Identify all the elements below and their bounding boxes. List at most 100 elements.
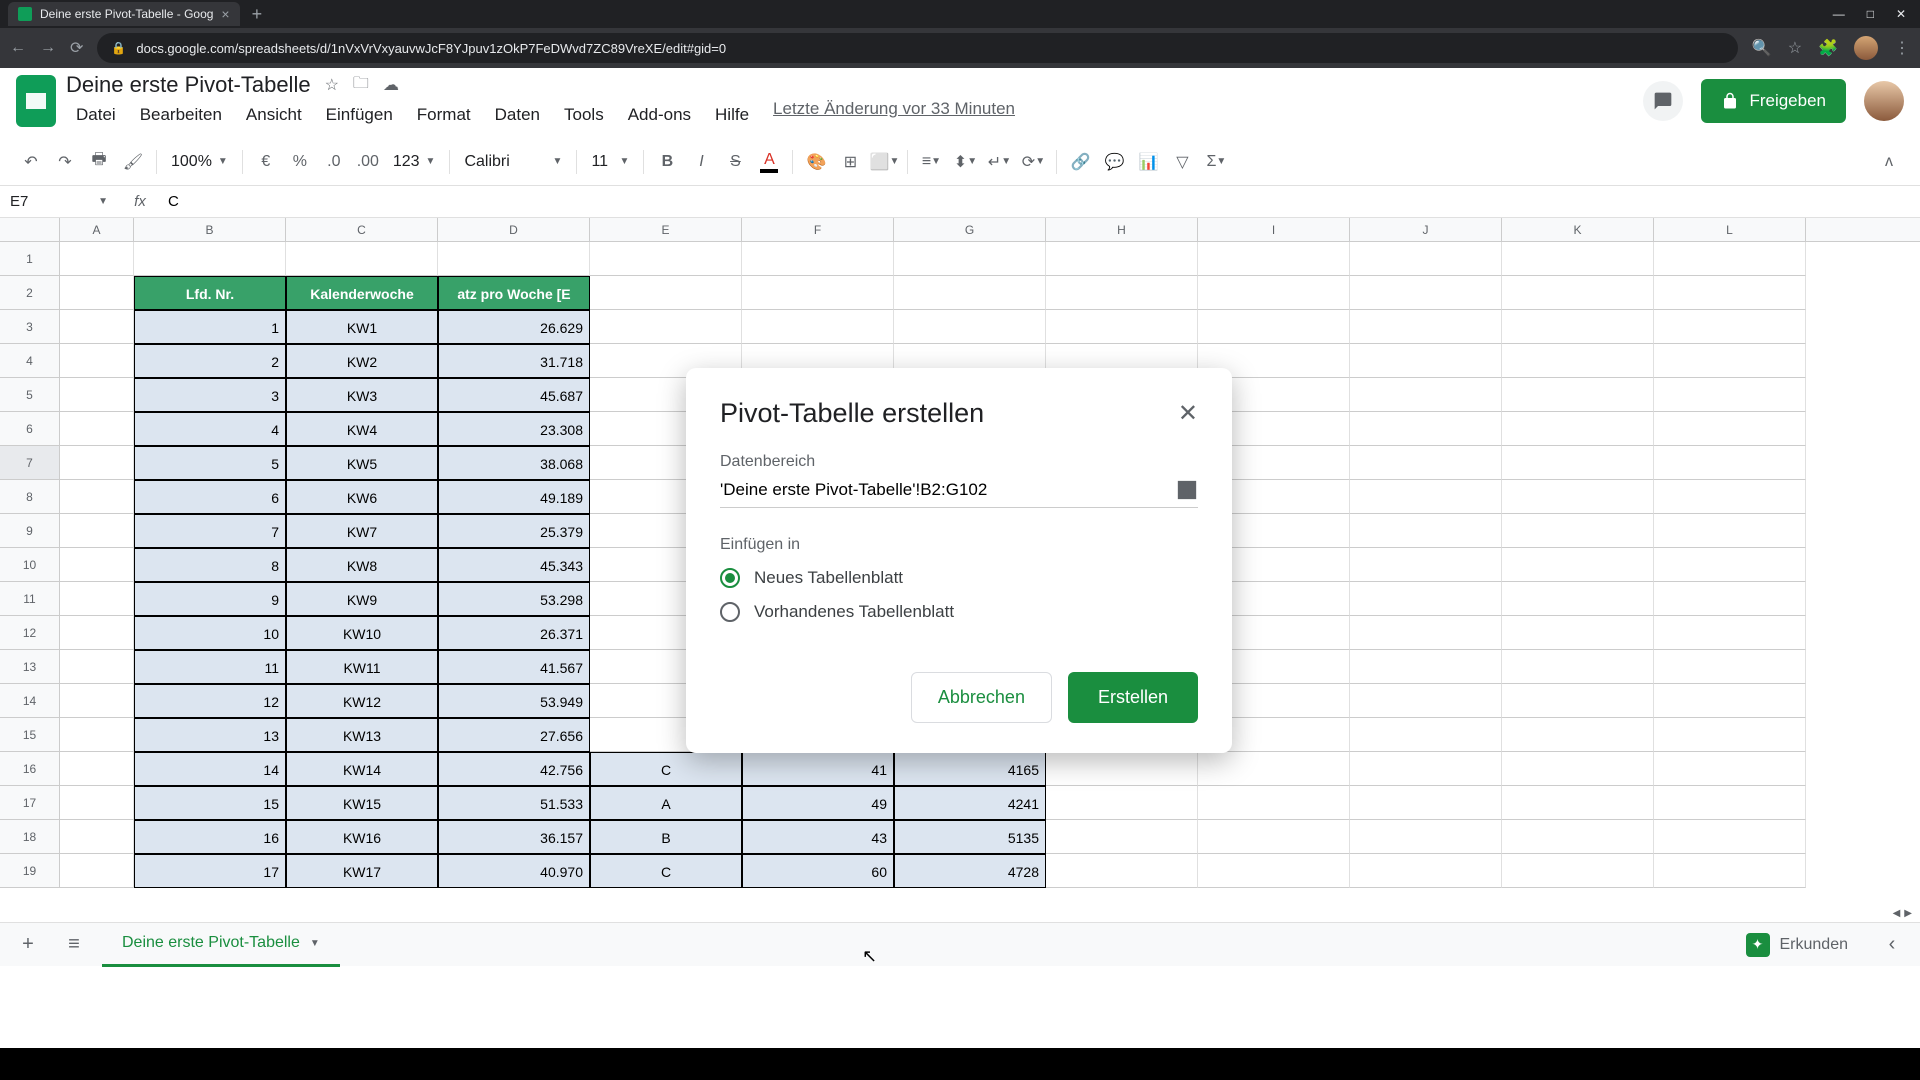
cell[interactable] — [1350, 344, 1502, 378]
cell[interactable]: KW9 — [286, 582, 438, 616]
cell[interactable]: 8 — [134, 548, 286, 582]
cell[interactable] — [1502, 684, 1654, 718]
cell[interactable] — [1198, 786, 1350, 820]
print-button[interactable]: 🖶 — [84, 147, 114, 177]
forward-button[interactable]: → — [40, 39, 56, 57]
cell[interactable]: 6 — [134, 480, 286, 514]
cell[interactable] — [1350, 276, 1502, 310]
cell[interactable]: 9 — [134, 582, 286, 616]
cancel-button[interactable]: Abbrechen — [911, 672, 1052, 723]
text-rotation-button[interactable]: ⟳▼ — [1018, 147, 1048, 177]
cell[interactable] — [60, 480, 134, 514]
cell[interactable] — [1350, 378, 1502, 412]
browser-profile-avatar[interactable] — [1854, 36, 1878, 60]
cell[interactable] — [894, 310, 1046, 344]
cell[interactable] — [1350, 310, 1502, 344]
cell[interactable] — [1654, 582, 1806, 616]
browser-menu-icon[interactable]: ⋮ — [1894, 38, 1910, 58]
cell[interactable] — [1654, 480, 1806, 514]
cell[interactable] — [742, 276, 894, 310]
menu-tools[interactable]: Tools — [554, 99, 614, 131]
cell[interactable] — [1198, 854, 1350, 888]
select-all-corner[interactable] — [0, 218, 60, 241]
cell[interactable] — [1198, 820, 1350, 854]
filter-button[interactable]: ▽ — [1167, 147, 1197, 177]
row-header[interactable]: 8 — [0, 480, 60, 514]
cell[interactable] — [1502, 310, 1654, 344]
account-avatar[interactable] — [1864, 81, 1904, 121]
cell[interactable] — [1350, 684, 1502, 718]
cell[interactable]: 15 — [134, 786, 286, 820]
column-header[interactable]: A — [60, 218, 134, 241]
cell[interactable] — [1654, 650, 1806, 684]
cell[interactable]: KW5 — [286, 446, 438, 480]
cell[interactable]: 26.629 — [438, 310, 590, 344]
cell[interactable] — [1654, 344, 1806, 378]
last-edit-link[interactable]: Letzte Änderung vor 33 Minuten — [773, 99, 1015, 131]
cell[interactable] — [1502, 548, 1654, 582]
merge-cells-button[interactable]: ⬜▼ — [869, 147, 899, 177]
column-header[interactable]: G — [894, 218, 1046, 241]
cell[interactable] — [1654, 752, 1806, 786]
cell[interactable]: KW1 — [286, 310, 438, 344]
cell[interactable] — [590, 276, 742, 310]
cell[interactable] — [1502, 344, 1654, 378]
cell[interactable] — [1350, 446, 1502, 480]
cell[interactable]: 53.298 — [438, 582, 590, 616]
cell[interactable] — [286, 242, 438, 276]
cell[interactable] — [1350, 412, 1502, 446]
minimize-icon[interactable]: — — [1833, 7, 1845, 21]
cell[interactable]: KW14 — [286, 752, 438, 786]
share-button[interactable]: Freigeben — [1701, 79, 1846, 123]
grid-picker-icon[interactable] — [1176, 479, 1198, 501]
extensions-icon[interactable]: 🧩 — [1818, 38, 1838, 58]
cell[interactable] — [1046, 276, 1198, 310]
row-header[interactable]: 19 — [0, 854, 60, 888]
row-header[interactable]: 1 — [0, 242, 60, 276]
functions-button[interactable]: Σ▼ — [1201, 147, 1231, 177]
column-header[interactable]: J — [1350, 218, 1502, 241]
cell[interactable]: KW15 — [286, 786, 438, 820]
cell[interactable]: B — [590, 820, 742, 854]
number-format-select[interactable]: 123▼ — [387, 153, 442, 171]
cell[interactable] — [60, 378, 134, 412]
cell[interactable] — [1502, 242, 1654, 276]
menu-data[interactable]: Daten — [485, 99, 550, 131]
zoom-select[interactable]: 100%▼ — [165, 153, 234, 171]
create-button[interactable]: Erstellen — [1068, 672, 1198, 723]
cell[interactable] — [1350, 242, 1502, 276]
cell[interactable] — [1654, 548, 1806, 582]
currency-button[interactable]: € — [251, 147, 281, 177]
cell[interactable]: A — [590, 786, 742, 820]
cell[interactable] — [60, 344, 134, 378]
cell[interactable] — [742, 310, 894, 344]
cell[interactable] — [1350, 616, 1502, 650]
cell[interactable] — [1502, 786, 1654, 820]
expand-side-panel-button[interactable]: ‹ — [1874, 927, 1910, 963]
cell[interactable] — [1654, 616, 1806, 650]
cell[interactable] — [1654, 310, 1806, 344]
row-header[interactable]: 14 — [0, 684, 60, 718]
cell[interactable]: 5 — [134, 446, 286, 480]
tab-close-icon[interactable]: × — [221, 6, 229, 22]
fill-color-button[interactable]: 🎨 — [801, 147, 831, 177]
cell[interactable] — [1046, 752, 1198, 786]
cell[interactable] — [438, 242, 590, 276]
cell[interactable]: 17 — [134, 854, 286, 888]
scroll-arrows[interactable]: ◀▶ — [0, 908, 1920, 922]
cell[interactable] — [894, 276, 1046, 310]
cell[interactable]: 12 — [134, 684, 286, 718]
insert-chart-button[interactable]: 📊 — [1133, 147, 1163, 177]
cell[interactable] — [60, 684, 134, 718]
cell[interactable]: 43 — [742, 820, 894, 854]
cell[interactable] — [1502, 650, 1654, 684]
cell[interactable] — [742, 242, 894, 276]
cell[interactable] — [1502, 718, 1654, 752]
cell[interactable] — [134, 242, 286, 276]
cell[interactable] — [1502, 276, 1654, 310]
menu-insert[interactable]: Einfügen — [316, 99, 403, 131]
row-header[interactable]: 10 — [0, 548, 60, 582]
cell[interactable]: 16 — [134, 820, 286, 854]
cell[interactable] — [1350, 582, 1502, 616]
cell[interactable] — [590, 310, 742, 344]
